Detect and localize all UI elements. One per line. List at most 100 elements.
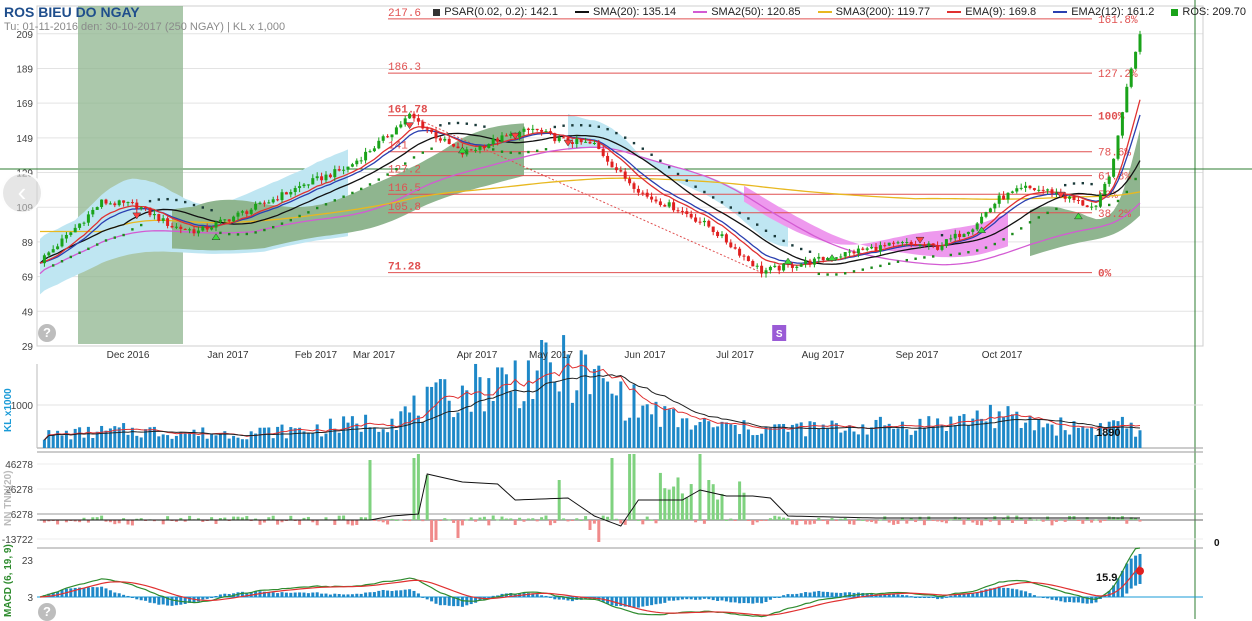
volume-bar (680, 418, 684, 448)
candle-body (579, 138, 583, 143)
volume-bar (1085, 428, 1089, 448)
candle-body (711, 226, 715, 232)
ntnn-bar (830, 518, 834, 520)
psar-dot (1064, 183, 1067, 187)
ntnn-bar (557, 480, 561, 520)
ntnn-bar (509, 518, 513, 520)
psar-dot (404, 162, 407, 165)
ntnn-bar (346, 520, 350, 525)
candle-body (86, 214, 90, 223)
psar-dot (210, 208, 213, 212)
volume-bar (694, 425, 698, 448)
ntnn-bar (958, 518, 962, 520)
volume-bar (707, 421, 711, 448)
macd-histogram-bar (694, 597, 698, 600)
candle-body (716, 231, 720, 237)
ntnn-bar (408, 520, 412, 522)
volume-bar (535, 370, 539, 448)
ntnn-right-label: 0 (1214, 538, 1220, 549)
psar-dot (932, 255, 935, 258)
candle-body (328, 174, 332, 178)
volume-bar (628, 417, 632, 448)
volume-bar (170, 438, 174, 448)
macd-histogram-bar (834, 592, 838, 597)
legend-item-psar[interactable]: PSAR(0.02, 0.2): 142.1 (433, 6, 558, 18)
candle-body (619, 170, 623, 172)
macd-histogram-bar (157, 597, 161, 605)
candle-body (641, 192, 645, 194)
macd-tick-label: 3 (27, 593, 33, 604)
candle-body (975, 223, 979, 230)
ntnn-bar (702, 520, 706, 524)
back-arrow-icon[interactable]: ‹ (1, 172, 43, 214)
macd-histogram-bar (148, 597, 152, 603)
candle-body (658, 201, 662, 206)
candle-body (214, 222, 218, 228)
volume-bar (755, 434, 759, 448)
candle-body (782, 263, 786, 271)
help-icon[interactable]: ? (38, 324, 56, 342)
macd-histogram-bar (328, 594, 332, 597)
macd-histogram-bar (720, 597, 724, 601)
ntnn-bar (892, 520, 896, 525)
price-tick-label: 29 (22, 342, 34, 353)
volume-bar (522, 401, 526, 448)
candle-body (720, 234, 724, 237)
volume-bar (958, 415, 962, 448)
volume-bar (1120, 416, 1124, 448)
macd-histogram-bar (1028, 593, 1032, 597)
volume-bar (298, 427, 302, 448)
macd-histogram-bar (905, 595, 909, 597)
psar-dot (1055, 207, 1058, 211)
ntnn-bar (412, 458, 416, 520)
ntnn-bar (377, 520, 381, 522)
candle-body (988, 208, 992, 213)
ntnn-bar (799, 520, 803, 521)
psar-dot (439, 124, 442, 127)
candle-body (249, 209, 253, 214)
psar-dot (685, 179, 688, 182)
candle-body (557, 137, 561, 142)
candle-body (1050, 189, 1054, 194)
candle-body (60, 238, 64, 247)
psar-dot (228, 232, 231, 236)
macd-histogram-bar (755, 597, 759, 603)
ntnn-bar (425, 475, 429, 520)
legend-item-ema9[interactable]: EMA(9): 169.8 (947, 6, 1036, 18)
candle-body (738, 248, 742, 256)
legend-item-ema12[interactable]: EMA2(12): 161.2 (1053, 6, 1154, 18)
volume-ma20-line (44, 374, 1141, 441)
macd-histogram-bar (777, 597, 781, 598)
volume-bar (870, 427, 874, 448)
psar-dot (500, 150, 504, 153)
candle-body (342, 169, 346, 171)
macd-histogram-bar (320, 593, 324, 597)
volume-tick-label: 1000 (11, 401, 34, 412)
legend-item-sma20[interactable]: SMA(20): 135.14 (575, 6, 676, 18)
legend-item-sma50[interactable]: SMA2(50): 120.85 (693, 6, 801, 18)
candle-body (927, 243, 931, 246)
volume-bar (509, 391, 513, 448)
ntnn-bar (1063, 520, 1067, 522)
macd-histogram-bar (667, 597, 671, 601)
candle-body (196, 230, 200, 234)
help-icon-macd[interactable]: ? (38, 603, 56, 621)
legend-item-sma200[interactable]: SMA3(200): 119.77 (817, 6, 930, 18)
ntnn-bar (808, 520, 812, 525)
candle-body (496, 138, 500, 142)
ntnn-bar (795, 520, 799, 526)
psar-dot (615, 131, 618, 135)
ntnn-bar (447, 519, 451, 521)
legend-item-ros[interactable]: ROS: 209.70 (1171, 6, 1246, 18)
legend-swatch-sma20 (575, 11, 589, 14)
macd-histogram-bar (821, 591, 825, 597)
ntnn-bar (826, 520, 830, 525)
volume-bar (271, 438, 275, 448)
candle-body (1041, 189, 1045, 191)
legend: PSAR(0.02, 0.2): 142.1 SMA(20): 135.14 S… (419, 6, 1246, 18)
macd-last-point (1136, 567, 1144, 575)
psar-dot (580, 124, 583, 127)
psar-dot (386, 173, 389, 176)
chart-canvas: 217.6161.8%186.3127.2%161.78100%14178.6%… (0, 0, 1252, 619)
candle-body (1028, 185, 1032, 189)
